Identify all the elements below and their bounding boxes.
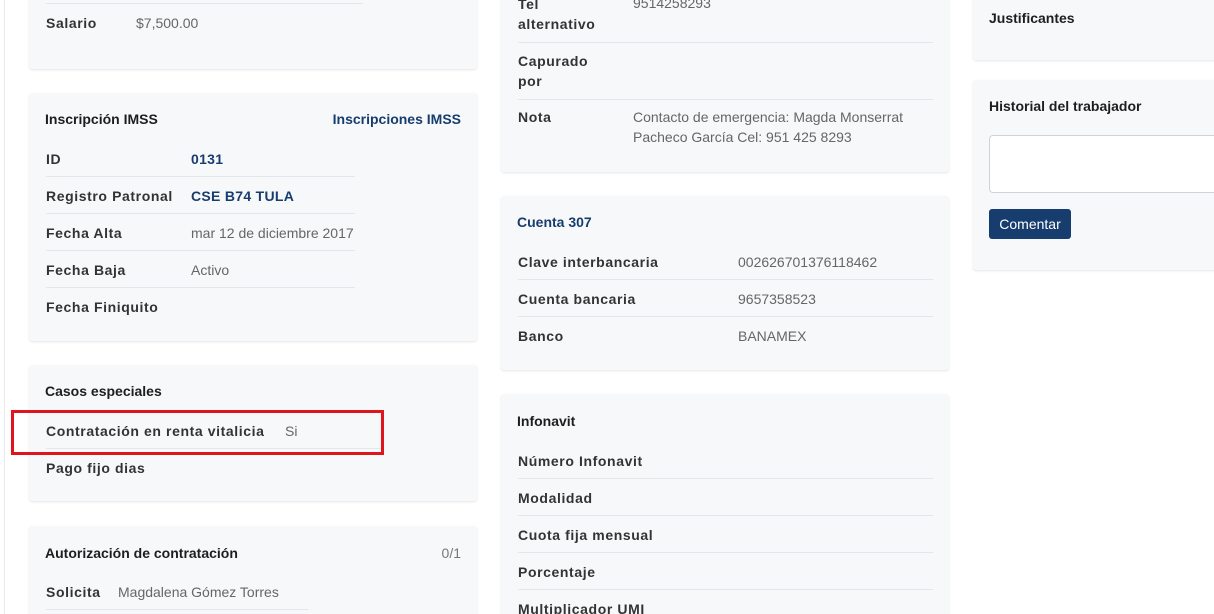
numero-infonavit-row: Número Infonavit — [518, 442, 933, 479]
clave-interbancaria-row: Clave interbancaria 002626701376118462 — [518, 243, 933, 280]
banco-value: BANAMEX — [738, 328, 807, 344]
highlight-box — [11, 410, 384, 455]
infonavit-title: Infonavit — [517, 413, 576, 429]
fecha-alta-value: mar 12 de diciembre 2017 — [191, 225, 354, 241]
autorizacion-row-solicita: Solicita Magdalena Gómez Torres — [46, 573, 308, 610]
capturado-por-row: Capurado por — [518, 43, 933, 100]
page-left-border — [4, 0, 5, 614]
justificantes-card: Justificantes — [973, 0, 1214, 60]
fecha-alta-label: Fecha Alta — [46, 225, 123, 241]
porcentaje-label: Porcentaje — [518, 564, 596, 580]
cuota-fija-row: Cuota fija mensual — [518, 516, 933, 553]
comment-input[interactable] — [989, 135, 1214, 193]
pago-fijo-dias-label: Pago fijo dias — [46, 460, 146, 476]
modalidad-label: Modalidad — [518, 490, 593, 506]
autorizacion-title: Autorización de contratación — [45, 545, 238, 561]
imss-row-registro: Registro Patronal CSE B74 TULA — [46, 177, 355, 214]
numero-infonavit-label: Número Infonavit — [518, 453, 643, 469]
nota-label: Nota — [518, 109, 552, 125]
salario-row: Salario $7,500.00 — [46, 4, 363, 41]
autorizacion-counter: 0/1 — [441, 545, 461, 561]
inscripciones-imss-link[interactable]: Inscripciones IMSS — [333, 111, 461, 127]
modalidad-row: Modalidad — [518, 479, 933, 516]
cuenta-card: Cuenta 307 Clave interbancaria 002626701… — [501, 196, 949, 370]
imss-row-alta: Fecha Alta mar 12 de diciembre 2017 — [46, 214, 355, 251]
salario-value: $7,500.00 — [136, 15, 199, 31]
registro-patronal-label: Registro Patronal — [46, 188, 173, 204]
comentar-button[interactable]: Comentar — [989, 209, 1071, 239]
multiplicador-umi-label: Multiplicador UMI — [518, 601, 645, 614]
historial-title: Historial del trabajador — [989, 98, 1142, 114]
tel-alternativo-label: Tel alternativo — [518, 0, 596, 32]
salario-label: Salario — [46, 15, 97, 31]
inscripcion-imss-title: Inscripción IMSS — [45, 111, 158, 127]
cuota-fija-label: Cuota fija mensual — [518, 527, 654, 543]
cuenta-bancaria-row: Cuenta bancaria 9657358523 — [518, 280, 933, 317]
clave-interbancaria-value: 002626701376118462 — [738, 254, 878, 270]
casos-especiales-title: Casos especiales — [45, 383, 162, 399]
capturado-por-label: Capurado por — [518, 53, 589, 89]
tel-alternativo-row: Tel alternativo 9514258293 — [518, 0, 933, 43]
cuenta-title-link[interactable]: Cuenta 307 — [517, 214, 592, 230]
contacto-card: Tel alternativo 9514258293 Capurado por … — [501, 0, 949, 172]
imss-id-label: ID — [46, 151, 62, 167]
autorizacion-card: Autorización de contratación 0/1 Solicit… — [29, 526, 477, 614]
porcentaje-row: Porcentaje — [518, 553, 933, 590]
multiplicador-umi-row: Multiplicador UMI — [518, 590, 933, 614]
cuenta-bancaria-value: 9657358523 — [738, 291, 816, 307]
imss-id-value[interactable]: 0131 — [191, 150, 223, 168]
justificantes-title: Justificantes — [989, 10, 1075, 26]
imss-row-finiquito: Fecha Finiquito — [46, 288, 355, 325]
cuenta-bancaria-label: Cuenta bancaria — [518, 291, 636, 307]
imss-row-baja: Fecha Baja Activo — [46, 251, 355, 288]
tel-alternativo-value: 9514258293 — [633, 0, 711, 11]
banco-label: Banco — [518, 328, 564, 344]
registro-patronal-value[interactable]: CSE B74 TULA — [191, 187, 294, 205]
imss-row-id: ID 0131 — [46, 140, 355, 177]
clave-interbancaria-label: Clave interbancaria — [518, 254, 659, 270]
fecha-baja-value: Activo — [191, 262, 230, 278]
fecha-finiquito-label: Fecha Finiquito — [46, 299, 159, 315]
solicita-label: Solicita — [46, 584, 101, 600]
nota-row: Nota Contacto de emergencia: Magda Monse… — [518, 100, 933, 160]
inscripcion-imss-card: Inscripción IMSS Inscripciones IMSS ID 0… — [29, 93, 477, 341]
solicita-value: Magdalena Gómez Torres — [118, 584, 279, 600]
nota-value: Contacto de emergencia: Magda Monserrat … — [633, 109, 904, 145]
salario-card: Salario $7,500.00 — [29, 0, 477, 69]
banco-row: Banco BANAMEX — [518, 317, 933, 354]
infonavit-card: Infonavit Número Infonavit Modalidad Cuo… — [501, 394, 949, 614]
fecha-baja-label: Fecha Baja — [46, 262, 126, 278]
